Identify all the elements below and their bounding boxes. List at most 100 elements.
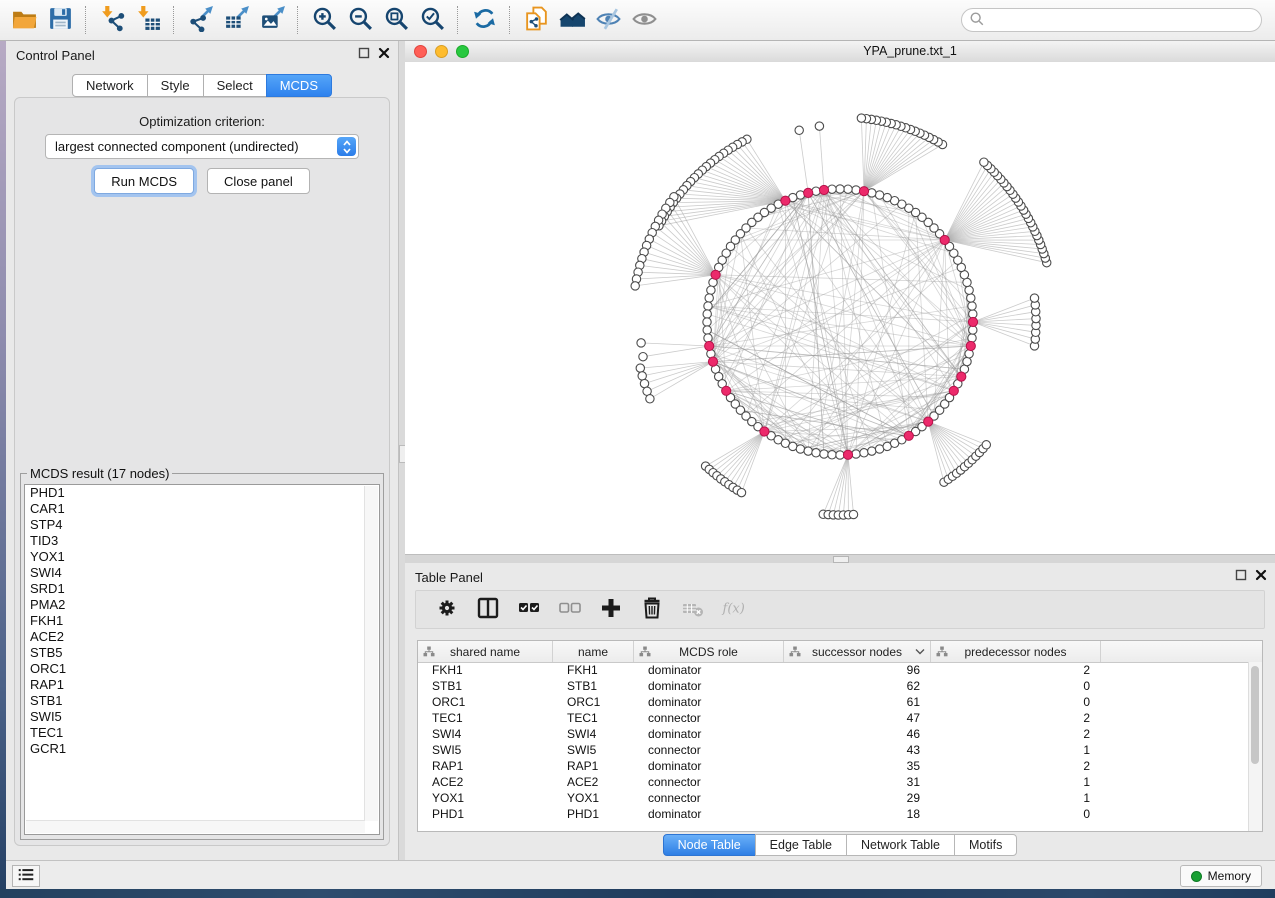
refresh-button[interactable] (466, 4, 502, 36)
cell-predecessor-nodes[interactable]: 2 (931, 726, 1101, 742)
cell-mcds-role[interactable]: connector (634, 710, 784, 726)
tab-node-table[interactable]: Node Table (663, 834, 756, 856)
mcds-result-item[interactable]: TEC1 (25, 725, 379, 741)
mcds-result-item[interactable]: TID3 (25, 533, 379, 549)
cell-successor-nodes[interactable]: 46 (784, 726, 931, 742)
cell-name[interactable]: TEC1 (553, 710, 634, 726)
cell-predecessor-nodes[interactable]: 1 (931, 790, 1101, 806)
cell-shared-name[interactable]: PHD1 (418, 806, 553, 822)
memory-button[interactable]: Memory (1180, 865, 1262, 887)
cell-predecessor-nodes[interactable]: 0 (931, 806, 1101, 822)
close-panel-button[interactable] (1255, 569, 1267, 584)
cell-successor-nodes[interactable]: 31 (784, 774, 931, 790)
mcds-result-item[interactable]: ACE2 (25, 629, 379, 645)
table-row[interactable]: FKH1FKH1dominator962 (418, 662, 1249, 678)
cell-name[interactable]: STB1 (553, 678, 634, 694)
cell-name[interactable]: ORC1 (553, 694, 634, 710)
tab-network-table[interactable]: Network Table (846, 834, 955, 856)
cell-predecessor-nodes[interactable]: 1 (931, 774, 1101, 790)
column-header-shared-name[interactable]: shared name (418, 641, 553, 662)
export-image-button[interactable] (254, 4, 290, 36)
delete-table-button[interactable] (680, 597, 706, 623)
cell-shared-name[interactable]: STB1 (418, 678, 553, 694)
tab-mcds[interactable]: MCDS (266, 74, 332, 97)
cell-shared-name[interactable]: TEC1 (418, 710, 553, 726)
mcds-result-item[interactable]: GCR1 (25, 741, 379, 757)
table-row[interactable]: YOX1YOX1connector291 (418, 790, 1249, 806)
search-box[interactable] (961, 8, 1262, 32)
mcds-result-item[interactable]: ORC1 (25, 661, 379, 677)
deselect-all-button[interactable] (557, 597, 583, 623)
float-panel-button[interactable] (358, 47, 370, 62)
export-table-button[interactable] (218, 4, 254, 36)
cell-successor-nodes[interactable]: 47 (784, 710, 931, 726)
cell-shared-name[interactable]: SWI4 (418, 726, 553, 742)
cell-shared-name[interactable]: ACE2 (418, 774, 553, 790)
table-row[interactable]: SWI5SWI5connector431 (418, 742, 1249, 758)
close-panel-button-mcds[interactable]: Close panel (207, 168, 310, 194)
zoom-selected-button[interactable] (414, 4, 450, 36)
mcds-result-item[interactable]: STB5 (25, 645, 379, 661)
save-button[interactable] (42, 4, 78, 36)
cell-name[interactable]: ACE2 (553, 774, 634, 790)
table-row[interactable]: ACE2ACE2connector311 (418, 774, 1249, 790)
cell-successor-nodes[interactable]: 29 (784, 790, 931, 806)
cell-name[interactable]: FKH1 (553, 662, 634, 678)
table-row[interactable]: RAP1RAP1dominator352 (418, 758, 1249, 774)
function-builder-button[interactable]: f(x) (721, 597, 747, 623)
open-button[interactable] (6, 4, 42, 36)
cell-mcds-role[interactable]: dominator (634, 678, 784, 694)
cell-mcds-role[interactable]: connector (634, 742, 784, 758)
tab-network[interactable]: Network (72, 74, 148, 97)
split-grip[interactable] (833, 556, 849, 563)
table-row[interactable]: ORC1ORC1dominator610 (418, 694, 1249, 710)
cell-predecessor-nodes[interactable]: 1 (931, 742, 1101, 758)
cell-successor-nodes[interactable]: 96 (784, 662, 931, 678)
first-neighbors-button[interactable] (554, 4, 590, 36)
mcds-list-hscrollbar[interactable] (26, 820, 365, 833)
column-header-predecessor-nodes[interactable]: predecessor nodes (931, 641, 1101, 662)
tab-select[interactable]: Select (203, 74, 267, 97)
table-row[interactable]: SWI4SWI4dominator462 (418, 726, 1249, 742)
cell-shared-name[interactable]: YOX1 (418, 790, 553, 806)
cell-predecessor-nodes[interactable]: 0 (931, 694, 1101, 710)
mcds-result-item[interactable]: RAP1 (25, 677, 379, 693)
show-all-button[interactable] (626, 4, 662, 36)
cell-shared-name[interactable]: SWI5 (418, 742, 553, 758)
cell-mcds-role[interactable]: connector (634, 790, 784, 806)
cell-name[interactable]: SWI4 (553, 726, 634, 742)
run-mcds-button[interactable]: Run MCDS (94, 168, 194, 194)
table-vscrollbar[interactable] (1248, 662, 1262, 831)
show-columns-button[interactable] (475, 597, 501, 623)
cell-mcds-role[interactable]: dominator (634, 806, 784, 822)
cell-shared-name[interactable]: RAP1 (418, 758, 553, 774)
import-network-button[interactable] (94, 4, 130, 36)
import-table-button[interactable] (130, 4, 166, 36)
mcds-result-item[interactable]: SWI5 (25, 709, 379, 725)
select-all-button[interactable] (516, 597, 542, 623)
column-header-mcds-role[interactable]: MCDS role (634, 641, 784, 662)
cell-name[interactable]: PHD1 (553, 806, 634, 822)
cell-mcds-role[interactable]: dominator (634, 662, 784, 678)
cell-predecessor-nodes[interactable]: 2 (931, 662, 1101, 678)
cell-name[interactable]: YOX1 (553, 790, 634, 806)
cell-shared-name[interactable]: ORC1 (418, 694, 553, 710)
cell-predecessor-nodes[interactable]: 0 (931, 678, 1101, 694)
zoom-fit-button[interactable] (378, 4, 414, 36)
cell-mcds-role[interactable]: dominator (634, 694, 784, 710)
cell-mcds-role[interactable]: dominator (634, 726, 784, 742)
mcds-result-list[interactable]: PHD1CAR1STP4TID3YOX1SWI4SRD1PMA2FKH1ACE2… (24, 484, 380, 835)
mcds-result-item[interactable]: STB1 (25, 693, 379, 709)
search-input[interactable] (990, 12, 1254, 28)
mcds-result-item[interactable]: PHD1 (25, 485, 379, 501)
export-network-button[interactable] (182, 4, 218, 36)
hide-selected-button[interactable] (590, 4, 626, 36)
mcds-result-item[interactable]: SWI4 (25, 565, 379, 581)
horizontal-split-divider[interactable] (405, 554, 1275, 563)
cell-name[interactable]: RAP1 (553, 758, 634, 774)
mcds-result-item[interactable]: STP4 (25, 517, 379, 533)
zoom-out-button[interactable] (342, 4, 378, 36)
cell-successor-nodes[interactable]: 62 (784, 678, 931, 694)
mcds-result-item[interactable]: SRD1 (25, 581, 379, 597)
tab-motifs[interactable]: Motifs (954, 834, 1017, 856)
